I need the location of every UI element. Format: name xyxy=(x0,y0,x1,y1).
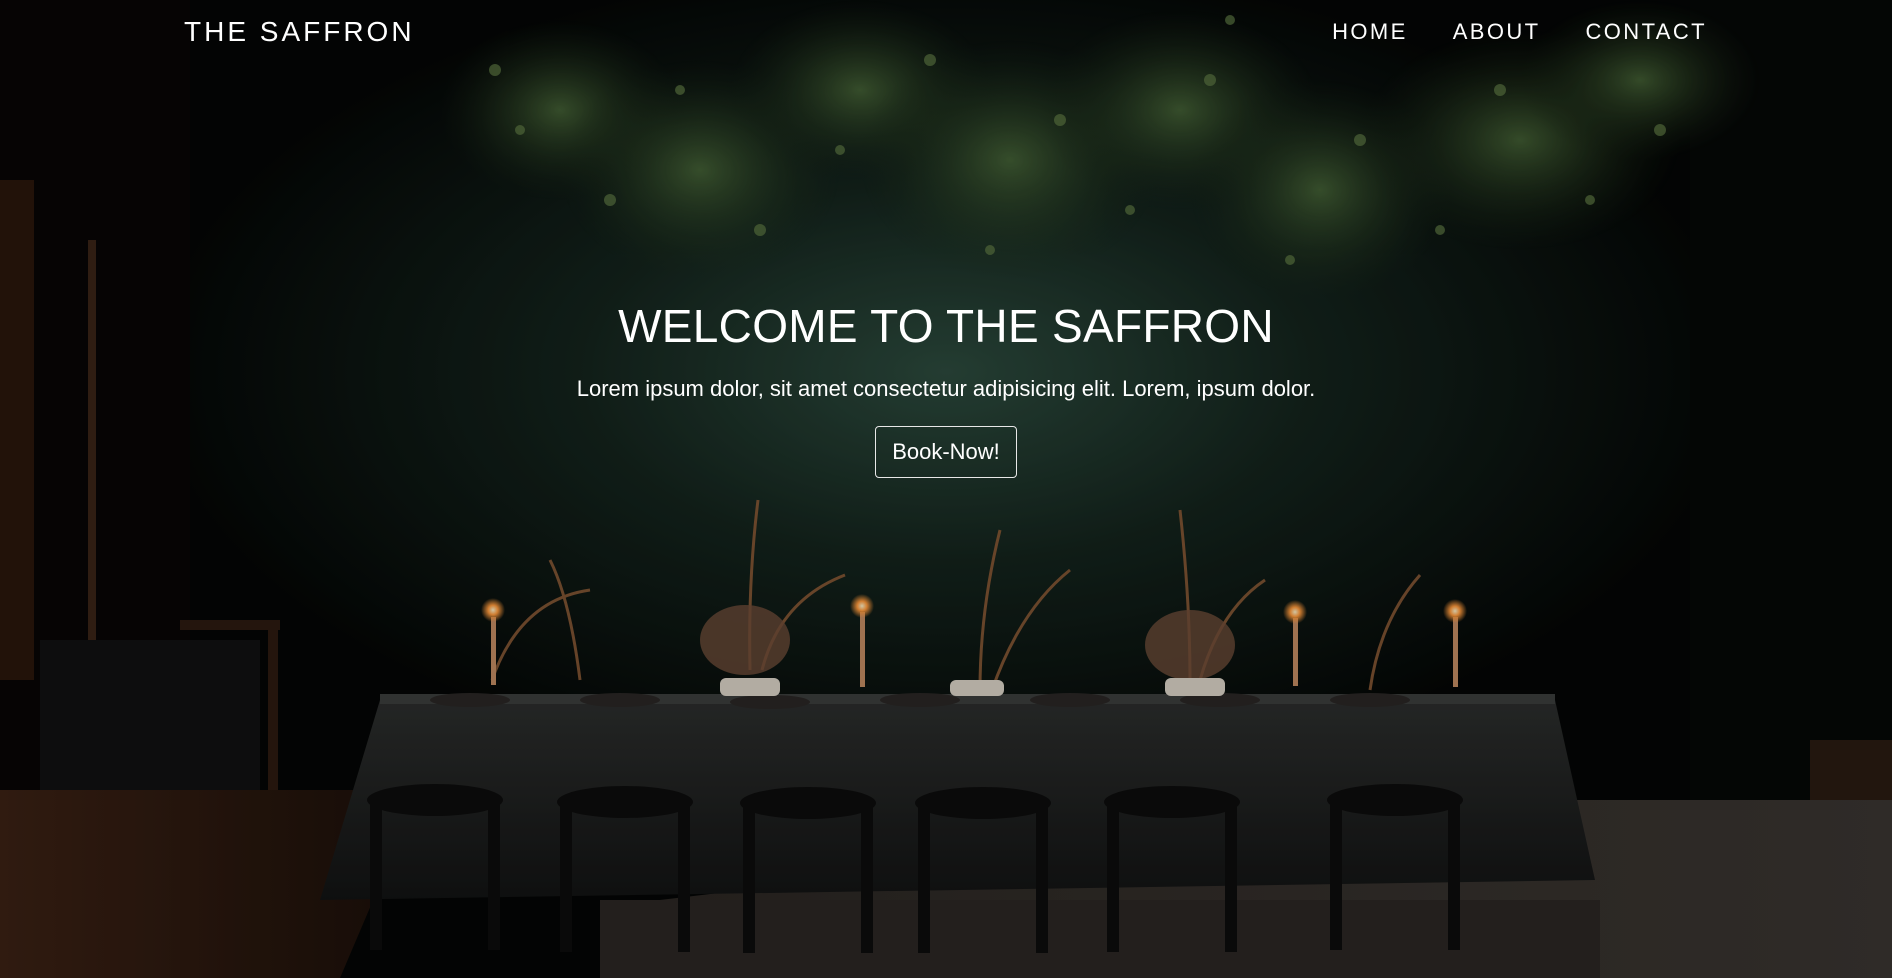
nav-link-home[interactable]: HOME xyxy=(1332,19,1408,45)
hero-section: WELCOME TO THE SAFFRON Lorem ipsum dolor… xyxy=(0,296,1892,478)
restaurant-dining-photo-icon xyxy=(0,0,1892,978)
hero-subtitle: Lorem ipsum dolor, sit amet consectetur … xyxy=(576,376,1316,401)
nav-link-contact[interactable]: CONTACT xyxy=(1586,19,1708,45)
landing-page: THE SAFFRON HOME ABOUT CONTACT WELCOME T… xyxy=(0,0,1892,978)
book-now-button[interactable]: Book-Now! xyxy=(875,426,1017,478)
brand-logo[interactable]: THE SAFFRON xyxy=(184,16,415,48)
hero-title: WELCOME TO THE SAFFRON xyxy=(618,300,1274,352)
nav-links: HOME ABOUT CONTACT xyxy=(1332,19,1707,45)
nav-link-about[interactable]: ABOUT xyxy=(1453,19,1541,45)
top-navbar: THE SAFFRON HOME ABOUT CONTACT xyxy=(0,0,1892,64)
